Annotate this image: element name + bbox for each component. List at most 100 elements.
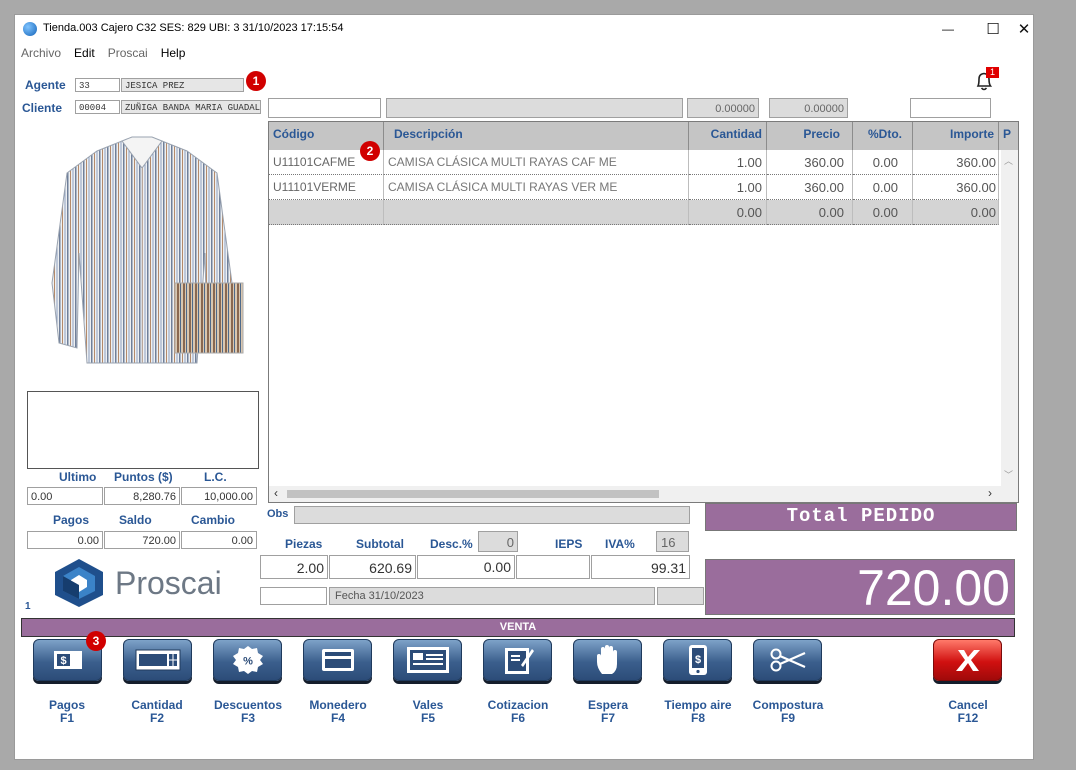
cliente-code-field[interactable]: 00004	[75, 100, 120, 114]
product-image	[27, 133, 257, 373]
puntos-value: 8,280.76	[104, 487, 180, 505]
cambio-value: 0.00	[181, 531, 257, 549]
agente-code-field[interactable]: 33	[75, 78, 120, 92]
label-text: Cotizacion	[487, 698, 549, 712]
cambio-label: Cambio	[191, 513, 236, 527]
col-header-p[interactable]: P	[999, 122, 1018, 150]
label-text: Descuentos	[213, 698, 283, 712]
cell-precio: 0.00	[767, 200, 853, 225]
search-field[interactable]	[268, 98, 381, 118]
iva-pct-field[interactable]: 16	[656, 531, 689, 552]
saldo-label: Saldo	[119, 513, 152, 527]
key-text: F12	[957, 711, 979, 725]
fecha-right-field	[657, 587, 704, 605]
cantidad-button[interactable]	[123, 639, 192, 681]
obs-field[interactable]	[294, 506, 690, 524]
cotizacion-button-label[interactable]: Cotizacion F6	[473, 699, 563, 725]
close-button[interactable]: ✕	[1015, 15, 1033, 43]
col-header-dto[interactable]: %Dto.	[853, 122, 913, 150]
scroll-up-icon[interactable]: ︿	[1004, 154, 1013, 167]
cell-dto: 0.00	[853, 175, 913, 200]
lc-label: L.C.	[204, 470, 227, 484]
vales-button[interactable]	[393, 639, 462, 681]
descuentos-button[interactable]: %	[213, 639, 282, 681]
cell-descripcion: CAMISA CLÁSICA MULTI RAYAS VER ME	[384, 175, 689, 200]
total-amount: 720.00	[705, 559, 1015, 616]
compostura-button-label[interactable]: Compostura F9	[743, 699, 833, 725]
tiempo-aire-button-label[interactable]: Tiempo aire F8	[653, 699, 743, 725]
cell-importe: 0.00	[913, 200, 999, 225]
obs-label: Obs	[267, 508, 289, 520]
callout-badge-2: 2	[360, 141, 380, 161]
pagos-button-label[interactable]: Pagos F1	[22, 699, 112, 725]
agente-name-field[interactable]: JESICA PREZ	[121, 78, 244, 92]
vertical-scrollbar[interactable]: ︿ ﹀	[1001, 150, 1018, 486]
minimize-button[interactable]: —	[925, 15, 971, 43]
iva-value: 99.31	[591, 555, 690, 579]
wallet-card-icon	[321, 649, 354, 671]
maximize-button[interactable]: ☐	[970, 15, 1016, 43]
percent-icon: %	[232, 646, 263, 674]
calculator-icon	[135, 649, 180, 671]
desc-pct-field[interactable]: 0	[478, 531, 518, 552]
notification-bell-icon[interactable]: 1	[971, 67, 999, 93]
monedero-button-label[interactable]: Monedero F4	[293, 699, 383, 725]
svg-text:$: $	[694, 654, 700, 666]
vales-button-label[interactable]: Vales F5	[383, 699, 473, 725]
cancel-button-label[interactable]: Cancel F12	[923, 699, 1013, 725]
extra-field[interactable]	[910, 98, 991, 118]
menu-help[interactable]: Help	[161, 46, 186, 62]
espera-button-label[interactable]: Espera F7	[563, 699, 653, 725]
menu-archivo[interactable]: Archivo	[21, 46, 61, 62]
cliente-name-field[interactable]: ZUÑIGA BANDA MARIA GUADALUPE	[121, 100, 261, 114]
piezas-label: Piezas	[285, 537, 323, 551]
scroll-thumb[interactable]	[287, 490, 659, 498]
fecha-left-field[interactable]	[260, 587, 327, 605]
key-text: F8	[690, 711, 705, 725]
proscai-hexagon-icon	[55, 559, 103, 607]
col-header-descripcion[interactable]: Descripción	[384, 122, 689, 150]
cell-precio: 360.00	[767, 150, 853, 175]
cell-cantidad: 1.00	[689, 150, 767, 175]
scroll-left-icon[interactable]: ‹	[274, 486, 278, 500]
notification-count: 1	[986, 67, 999, 78]
logo-text: Proscai	[115, 565, 222, 601]
label-text: Compostura	[752, 698, 824, 712]
descuentos-button-label[interactable]: Descuentos F3	[203, 699, 293, 725]
value-field-b: 0.00000	[769, 98, 848, 118]
menu-bar: Archivo Edit Proscai Help	[21, 46, 185, 62]
cotizacion-button[interactable]	[483, 639, 552, 681]
total-title: Total PEDIDO	[705, 503, 1017, 531]
menu-edit[interactable]: Edit	[74, 46, 95, 62]
cash-icon: $	[53, 651, 82, 669]
label-text: Cancel	[948, 698, 988, 712]
cell-importe: 360.00	[913, 150, 999, 175]
menu-proscai[interactable]: Proscai	[108, 46, 148, 62]
desc-label: Desc.%	[430, 537, 473, 551]
callout-badge-3: 3	[86, 631, 106, 651]
voucher-icon	[406, 647, 449, 673]
key-text: F1	[59, 711, 74, 725]
cancel-button[interactable]	[933, 639, 1002, 681]
items-grid: Código Descripción Cantidad Precio %Dto.…	[268, 121, 1019, 503]
key-text: F6	[510, 711, 525, 725]
monedero-button[interactable]	[303, 639, 372, 681]
app-globe-icon	[23, 22, 37, 36]
fecha-field: Fecha 31/10/2023	[329, 587, 655, 605]
col-header-importe[interactable]: Importe	[913, 122, 999, 150]
description-field[interactable]	[386, 98, 683, 118]
saldo-value: 720.00	[104, 531, 180, 549]
cantidad-button-label[interactable]: Cantidad F2	[112, 699, 202, 725]
ieps-value	[516, 555, 590, 579]
scroll-right-icon[interactable]: ›	[988, 486, 992, 500]
subtotal-label: Subtotal	[356, 537, 404, 551]
label-text: Monedero	[309, 698, 367, 712]
horizontal-scrollbar[interactable]: ‹ ›	[269, 486, 1018, 502]
ultimo-label: Ultimo	[59, 470, 97, 484]
compostura-button[interactable]	[753, 639, 822, 681]
tiempo-aire-button[interactable]: $	[663, 639, 732, 681]
col-header-precio[interactable]: Precio	[767, 122, 853, 150]
col-header-cantidad[interactable]: Cantidad	[689, 122, 767, 150]
espera-button[interactable]	[573, 639, 642, 681]
scroll-down-icon[interactable]: ﹀	[1004, 468, 1013, 481]
